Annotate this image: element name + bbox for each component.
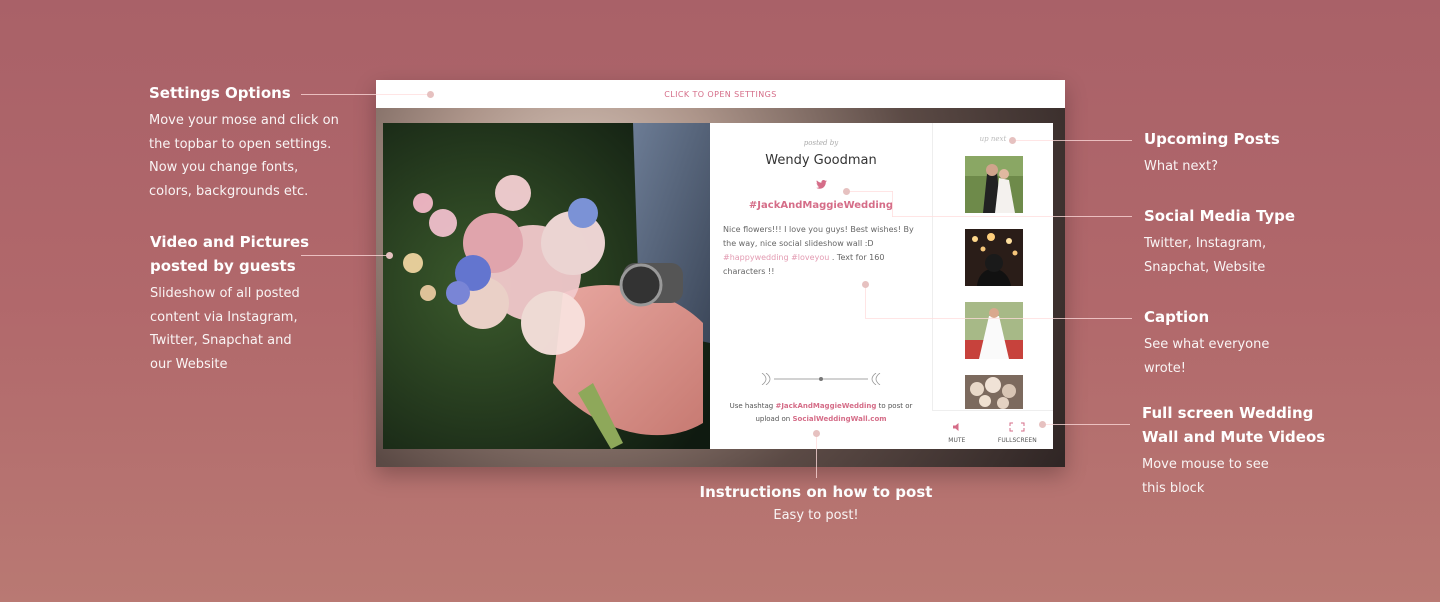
upnext-thumb-bride[interactable]	[965, 302, 1023, 359]
annotation-title: Social Media Type	[1144, 207, 1296, 225]
mute-button[interactable]: MUTE	[948, 422, 965, 444]
annotation-title: Video and Pictures posted by guests	[150, 230, 309, 278]
annotation-desc: See what everyone wrote!	[1144, 333, 1269, 380]
connector-line	[892, 191, 893, 217]
desc-line: Move mouse to see	[1142, 457, 1269, 472]
speaker-icon	[952, 423, 959, 431]
posting-instructions: Use hashtag #JackAndMaggieWedding to pos…	[720, 400, 922, 426]
main-post-photo	[383, 123, 710, 449]
post-card: posted by Wendy Goodman #JackAndMaggieWe…	[710, 123, 932, 449]
connector-dot	[1009, 137, 1016, 144]
annotation-caption: Caption See what everyone wrote!	[1144, 305, 1269, 380]
annotation-desc: Twitter, Instagram, Snapchat, Website	[1144, 232, 1295, 279]
caption-hashtags: #happywedding #loveyou	[723, 253, 830, 262]
title-line: Video and Pictures	[150, 233, 310, 251]
upnext-thumb-crowd[interactable]	[965, 229, 1023, 286]
wedding-wall-preview: CLICK TO OPEN SETTINGS posted by Wendy G…	[376, 80, 1065, 467]
ornament-divider	[761, 373, 881, 385]
twitter-icon	[710, 180, 932, 192]
connector-line	[1042, 424, 1130, 425]
desc-line: Twitter, Instagram,	[1144, 236, 1267, 251]
settings-topbar[interactable]: CLICK TO OPEN SETTINGS	[376, 80, 1065, 108]
post-author: Wendy Goodman	[765, 153, 877, 168]
annotation-desc: Move mouse to see this block	[1142, 453, 1325, 500]
bouquet-image	[383, 123, 710, 449]
desc-line: content via Instagram,	[150, 309, 298, 325]
up-next-panel: up next	[932, 123, 1053, 449]
connector-dot	[1039, 421, 1046, 428]
desc-line: colors, backgrounds etc.	[149, 183, 309, 199]
desc-line: this block	[1142, 480, 1205, 496]
caption-text: Nice flowers!!! I love you guys! Best wi…	[723, 225, 914, 248]
title-line: Full screen Wedding	[1142, 404, 1314, 422]
title-line: Wall and Mute Videos	[1142, 428, 1326, 446]
connector-dot	[427, 91, 434, 98]
annotation-desc: Slideshow of all posted content via Inst…	[150, 282, 309, 376]
fullscreen-button[interactable]: FULLSCREEN	[998, 422, 1037, 444]
instr-website-link[interactable]: SocialWeddingWall.com	[792, 415, 886, 423]
annotation-desc: What next?	[1144, 155, 1280, 179]
connector-dot	[386, 252, 393, 259]
desc-line: What next?	[1144, 159, 1218, 174]
annotation-title: Full screen Wedding Wall and Mute Videos	[1142, 401, 1325, 449]
connector-line	[865, 318, 1132, 319]
annotation-desc: Easy to post!	[773, 508, 859, 523]
connector-line	[816, 433, 817, 478]
desc-line: See what everyone	[1144, 337, 1270, 352]
connector-line	[1012, 140, 1132, 141]
connector-dot	[843, 188, 850, 195]
annotation-title: Instructions on how to post	[699, 483, 933, 501]
annotation-title: Caption	[1144, 308, 1210, 326]
connector-dot	[813, 430, 820, 437]
desc-line: the topbar to open settings.	[149, 136, 332, 152]
annotation-video: Video and Pictures posted by guests Slid…	[150, 230, 309, 376]
annotation-social: Social Media Type Twitter, Instagram, Sn…	[1144, 204, 1295, 279]
playback-controls: MUTE FULLSCREEN	[932, 410, 1053, 449]
annotation-desc: Move your mose and click on the topbar t…	[149, 109, 339, 203]
connector-line	[865, 284, 866, 318]
fullscreen-icon	[1009, 422, 1025, 432]
connector-dot	[862, 281, 869, 288]
annotation-fullscreen: Full screen Wedding Wall and Mute Videos…	[1142, 401, 1325, 500]
annotation-settings: Settings Options Move your mose and clic…	[149, 81, 339, 203]
connector-line	[847, 191, 893, 192]
mute-label: MUTE	[948, 437, 966, 444]
upnext-thumb-flowers[interactable]	[965, 375, 1023, 409]
desc-line: Now you change fonts,	[149, 160, 299, 175]
desc-line: Move your mose and click on	[149, 113, 339, 128]
upnext-thumb-couple[interactable]	[965, 156, 1023, 213]
posted-by-label: posted by	[803, 139, 839, 147]
instr-text: Use hashtag	[729, 402, 774, 410]
annotation-upcoming: Upcoming Posts What next?	[1144, 127, 1280, 179]
connector-line	[301, 94, 431, 95]
connector-line	[301, 255, 389, 256]
up-next-label: up next	[979, 135, 1007, 143]
desc-line: our Website	[150, 356, 228, 372]
title-line: posted by guests	[150, 257, 296, 275]
connector-line	[892, 216, 1132, 217]
settings-topbar-label: CLICK TO OPEN SETTINGS	[664, 89, 777, 99]
desc-line: Slideshow of all posted	[150, 286, 300, 301]
instr-hashtag: #JackAndMaggieWedding	[775, 402, 877, 410]
desc-line: Snapchat, Website	[1144, 259, 1266, 275]
desc-line: wrote!	[1144, 360, 1186, 376]
post-hashtag: #JackAndMaggieWedding	[748, 200, 894, 211]
annotation-instructions: Instructions on how to post Easy to post…	[660, 480, 972, 528]
annotation-title: Settings Options	[149, 84, 291, 102]
fullscreen-label: FULLSCREEN	[997, 437, 1037, 444]
post-caption: Nice flowers!!! I love you guys! Best wi…	[723, 223, 919, 279]
annotation-title: Upcoming Posts	[1144, 130, 1280, 148]
desc-line: Twitter, Snapchat and	[150, 333, 292, 348]
